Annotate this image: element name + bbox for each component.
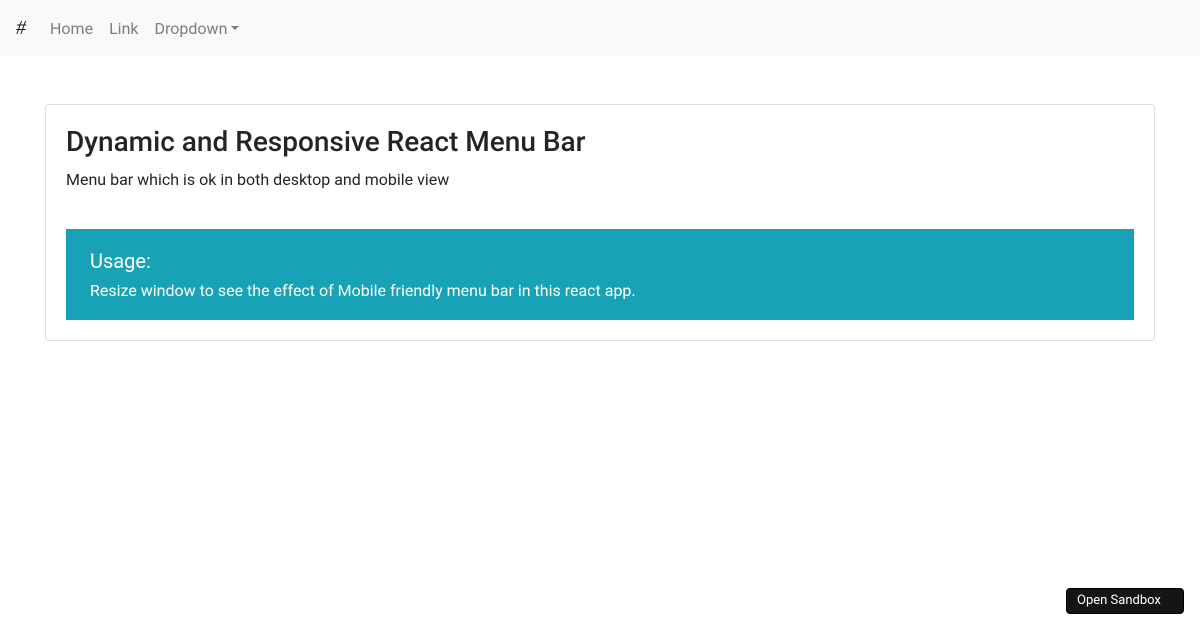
chevron-down-icon	[231, 26, 239, 30]
nav-item-home: Home	[42, 11, 101, 46]
card-body: Dynamic and Responsive React Menu Bar Me…	[46, 105, 1154, 340]
nav-link-dropdown-label: Dropdown	[155, 19, 228, 38]
navbar: # Home Link Dropdown	[0, 0, 1200, 56]
navbar-brand[interactable]: #	[16, 12, 26, 45]
card-subtitle: Menu bar which is ok in both desktop and…	[66, 170, 1134, 189]
usage-callout: Usage: Resize window to see the effect o…	[66, 229, 1134, 320]
hash-icon: #	[16, 17, 26, 40]
nav-item-dropdown: Dropdown	[147, 11, 248, 46]
card: Dynamic and Responsive React Menu Bar Me…	[45, 104, 1155, 341]
nav-link-dropdown[interactable]: Dropdown	[147, 11, 248, 46]
main-container: Dynamic and Responsive React Menu Bar Me…	[30, 104, 1170, 341]
nav-link-link[interactable]: Link	[101, 11, 146, 46]
navbar-nav: Home Link Dropdown	[42, 11, 247, 46]
card-title: Dynamic and Responsive React Menu Bar	[66, 125, 1134, 158]
open-sandbox-button[interactable]: Open Sandbox	[1066, 588, 1184, 614]
nav-link-home[interactable]: Home	[42, 11, 101, 46]
usage-text: Resize window to see the effect of Mobil…	[90, 281, 1110, 300]
nav-item-link: Link	[101, 11, 146, 46]
usage-heading: Usage:	[90, 249, 1110, 273]
